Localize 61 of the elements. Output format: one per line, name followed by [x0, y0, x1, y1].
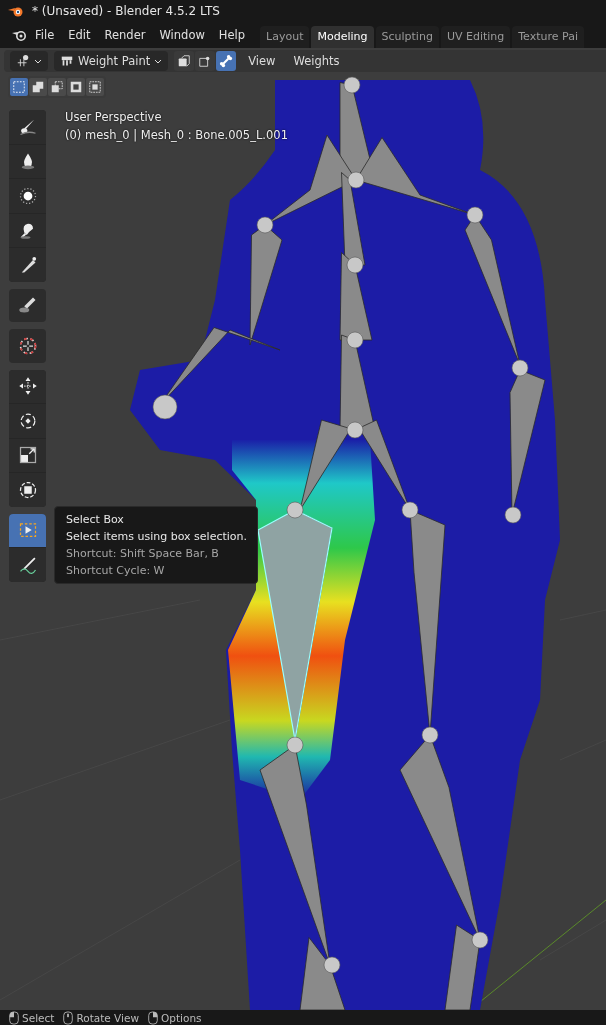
window-title: * (Unsaved) - Blender 4.5.2 LTS: [32, 4, 220, 18]
workspace-tab[interactable]: Modeling: [311, 26, 374, 48]
selection-mode-button[interactable]: [10, 78, 28, 96]
scale-icon: [17, 445, 38, 466]
menu-item[interactable]: Window: [152, 25, 212, 45]
tool-button[interactable]: [9, 179, 46, 213]
subtract-selection-icon: [50, 80, 64, 94]
tooltip-description: Select items using box selection.: [66, 530, 248, 543]
workspace-tab[interactable]: Texture Pai: [512, 26, 584, 48]
bone-mask-icon: [219, 54, 234, 68]
new-selection-icon: [12, 80, 26, 94]
tooltip-shortcut: Shortcut: Shift Space Bar, B: [66, 547, 220, 560]
tool-button[interactable]: [9, 248, 46, 282]
workspace-tab[interactable]: Layout: [260, 26, 310, 48]
tool-button[interactable]: [9, 288, 46, 322]
header-menu[interactable]: Weights: [287, 54, 346, 68]
status-hint: Options: [161, 1011, 202, 1024]
mask-toggle-button[interactable]: [195, 51, 216, 71]
tool-settings-icon: [16, 54, 30, 68]
cursor-icon: [17, 335, 38, 356]
tool-button[interactable]: [9, 144, 46, 178]
selection-mode-button[interactable]: [67, 78, 85, 96]
header-menu[interactable]: View: [242, 54, 282, 68]
mask-toggle-button[interactable]: [216, 51, 237, 71]
menu-item[interactable]: Edit: [61, 25, 98, 45]
menu-item[interactable]: File: [28, 25, 62, 45]
status-hint: Rotate View: [76, 1011, 140, 1024]
status-hint: Select: [22, 1011, 55, 1024]
chevron-down-icon: [154, 57, 163, 65]
tool-button[interactable]: [9, 213, 46, 247]
transform-icon: [17, 479, 38, 500]
mouse-button-icon: [8, 1010, 20, 1025]
mode-dropdown[interactable]: Weight Paint: [54, 51, 169, 71]
dotted-circle-icon: [17, 185, 38, 206]
workspace-tab[interactable]: Sculpting: [375, 26, 439, 48]
selection-mode-button[interactable]: [86, 78, 104, 96]
view-name: User Perspective: [65, 110, 163, 124]
mouse-button-icon: [147, 1010, 160, 1025]
menu-item[interactable]: Help: [211, 25, 253, 45]
tooltip-title: Select Box: [66, 513, 125, 526]
selection-mode-button[interactable]: [48, 78, 66, 96]
tool-button[interactable]: [9, 438, 46, 472]
chevron-down-icon: [34, 57, 42, 65]
tool-button[interactable]: [9, 548, 46, 582]
tool-button[interactable]: [9, 473, 46, 507]
extend-selection-icon: [31, 80, 45, 94]
selection-mode-button[interactable]: [29, 78, 47, 96]
mouse-button-icon: [62, 1010, 75, 1025]
tool-button[interactable]: [9, 369, 46, 403]
workspace-tab[interactable]: UV Editing: [440, 26, 511, 48]
tooltip-shortcut-cycle: Shortcut Cycle: W: [66, 564, 166, 577]
mask-toggle-button[interactable]: [174, 51, 195, 71]
weight-paint-icon: [60, 54, 74, 68]
intersect-selection-icon: [88, 80, 102, 94]
tool-button[interactable]: [9, 404, 46, 438]
menu-item[interactable]: Render: [97, 25, 153, 45]
face-mask-icon: [177, 54, 192, 68]
tool-button[interactable]: [9, 110, 46, 144]
invert-selection-icon: [69, 80, 83, 94]
object-interaction-dropdown[interactable]: [10, 51, 48, 71]
move-arrows-icon: [17, 376, 38, 397]
